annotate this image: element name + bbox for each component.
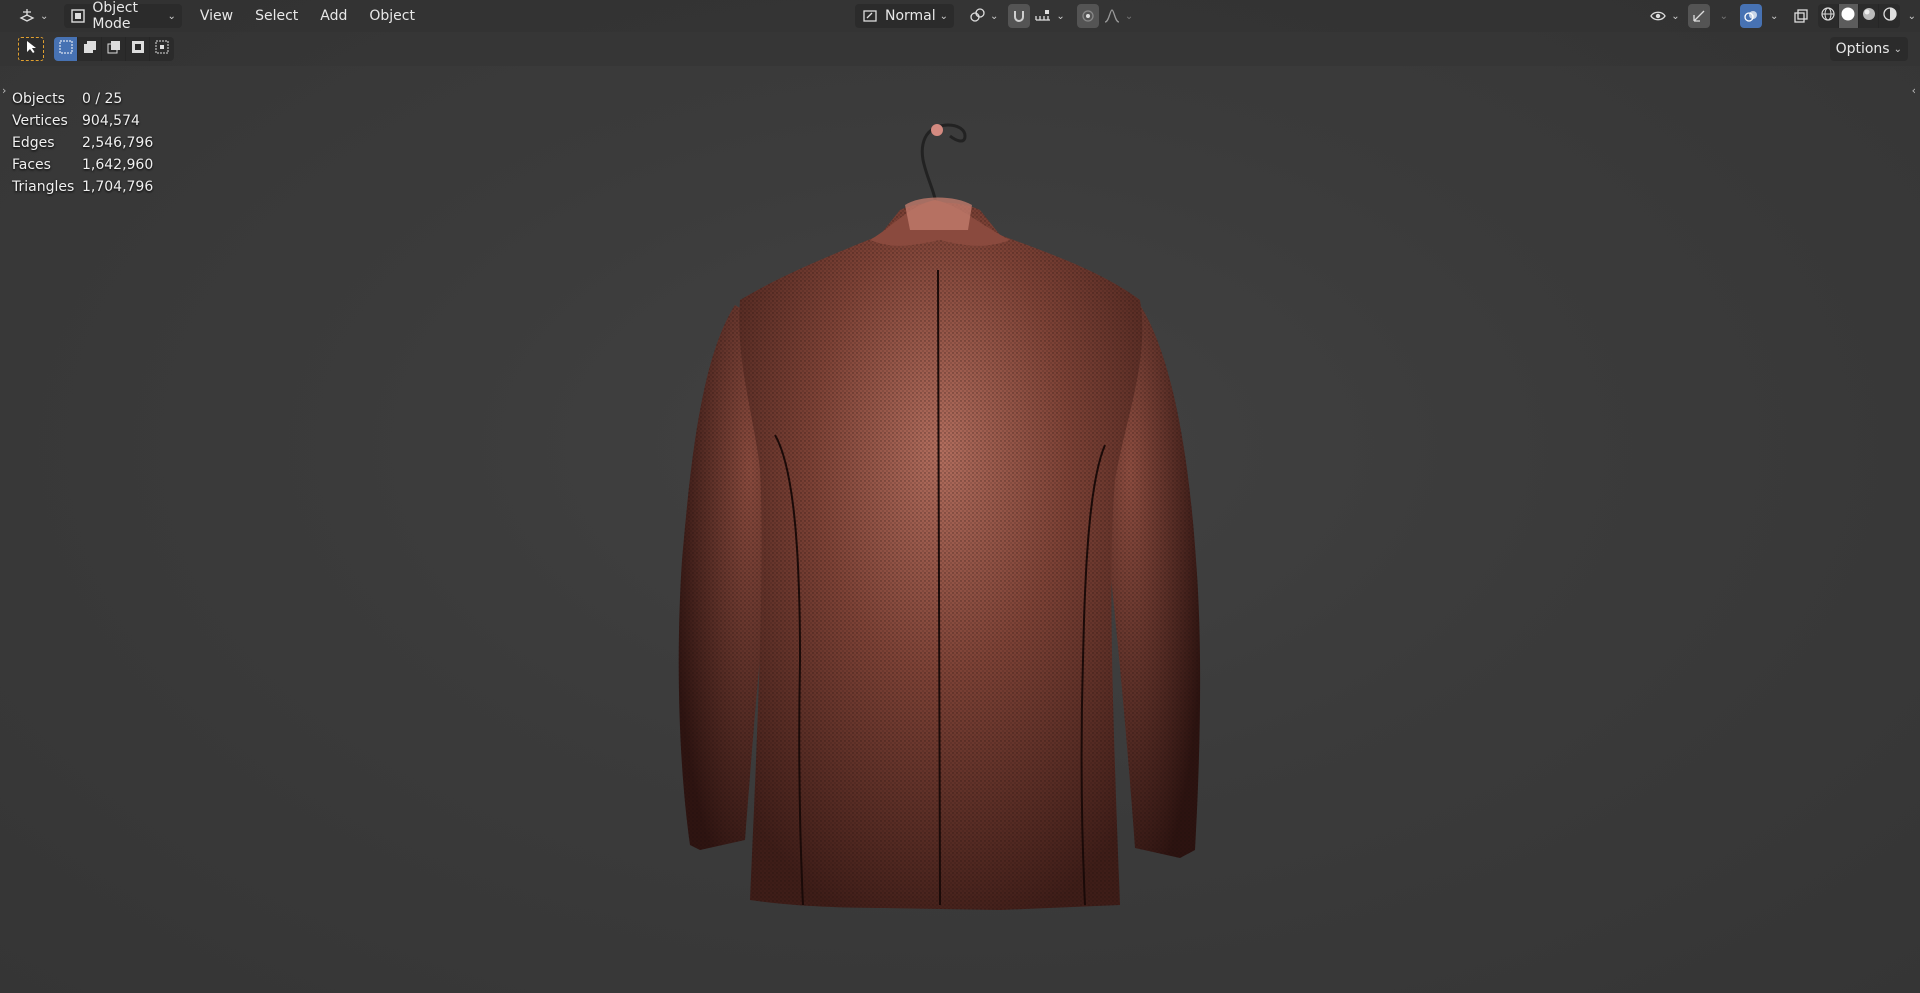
pivot-point-dropdown[interactable]: ⌄ [962, 4, 1004, 28]
stat-value: 904,574 [82, 113, 140, 129]
gizmo-toggle[interactable] [1687, 4, 1710, 28]
sidebar-expand-arrow[interactable]: ‹ [1912, 84, 1916, 97]
jacket-model[interactable] [0, 0, 1920, 993]
gizmo-dropdown[interactable]: ⌄ [1710, 4, 1734, 28]
chevron-down-icon: ⌄ [167, 10, 176, 22]
select-subtract-button[interactable] [102, 37, 126, 61]
object-mode-icon [70, 7, 86, 25]
select-extend-icon [83, 40, 97, 58]
statistics-overlay: Objects 0 / 25 Vertices 904,574 Edges 2,546… [12, 88, 153, 198]
menu-view[interactable]: View [194, 4, 239, 28]
stat-label: Objects [12, 91, 65, 107]
stat-row: Edges 2,546,796 [12, 132, 153, 154]
falloff-curve-icon [1103, 7, 1121, 25]
stat-value: 1,704,796 [82, 179, 154, 195]
tool-settings-bar: Options ⌄ [0, 32, 1920, 66]
material-preview-button[interactable] [1859, 4, 1880, 28]
chevron-down-icon: ⌄ [939, 10, 949, 22]
stat-row: Vertices 904,574 [12, 110, 153, 132]
chevron-down-icon: ⌄ [1769, 10, 1779, 22]
mode-label: Object Mode [92, 0, 138, 32]
wireframe-sphere-icon [1820, 6, 1836, 26]
selection-mode-group [54, 37, 174, 61]
toolbar-expand-arrow[interactable]: › [2, 84, 6, 97]
stat-label: Edges [12, 135, 55, 151]
orientation-label: Normal [884, 8, 936, 24]
snap-increment-icon [1034, 7, 1052, 25]
stat-row: Objects 0 / 25 [12, 88, 153, 110]
chevron-down-icon: ⌄ [1893, 43, 1902, 55]
wireframe-shading-button[interactable] [1818, 4, 1839, 28]
proportional-editing-toggle[interactable] [1076, 4, 1099, 28]
chevron-down-icon: ⌄ [1671, 10, 1680, 22]
cursor-arrow-icon [25, 40, 37, 58]
stat-value: 2,546,796 [82, 135, 154, 151]
select-invert-button[interactable] [126, 37, 150, 61]
xray-icon [1792, 7, 1810, 25]
chevron-down-icon: ⌄ [990, 10, 999, 22]
select-extend-button[interactable] [78, 37, 102, 61]
viewport-header: ⌄ Object Mode ⌄ View Select Add Object N… [0, 0, 1920, 32]
3d-viewport[interactable] [0, 0, 1920, 993]
transform-orientation-dropdown[interactable]: Normal ⌄ [854, 4, 955, 28]
select-invert-icon [131, 40, 145, 58]
snap-target-dropdown[interactable]: ⌄ [1030, 4, 1068, 28]
hanger-knob [931, 124, 943, 136]
eye-icon [1649, 7, 1667, 25]
rendered-shading-button[interactable] [1879, 4, 1900, 28]
chevron-down-icon: ⌄ [1719, 10, 1728, 22]
menu-select[interactable]: Select [249, 4, 304, 28]
options-label: Options [1835, 41, 1890, 57]
editor-type-button[interactable]: ⌄ [12, 4, 54, 28]
solid-sphere-icon [1840, 6, 1856, 26]
solid-shading-button[interactable] [1838, 4, 1860, 28]
material-sphere-icon [1861, 6, 1877, 26]
link-icon [968, 7, 986, 25]
xray-toggle[interactable] [1790, 4, 1812, 28]
options-dropdown[interactable]: Options ⌄ [1829, 37, 1908, 61]
magnet-icon [1010, 7, 1028, 25]
proportional-circle-icon [1079, 7, 1097, 25]
stat-value: 0 / 25 [82, 91, 123, 107]
overlays-toggle[interactable] [1739, 4, 1762, 28]
chevron-down-icon: ⌄ [1124, 10, 1134, 22]
orientation-icon [861, 7, 879, 25]
gizmo-icon [1690, 7, 1708, 25]
overlays-dropdown[interactable]: ⌄ [1762, 4, 1782, 28]
menu-object[interactable]: Object [363, 4, 421, 28]
active-tool-button[interactable] [18, 37, 44, 61]
select-new-icon [59, 40, 73, 58]
select-new-button[interactable] [54, 37, 78, 61]
hanger-hook [920, 123, 967, 211]
menu-add[interactable]: Add [314, 4, 353, 28]
rendered-sphere-icon [1882, 6, 1898, 26]
snap-toggle[interactable] [1008, 4, 1031, 28]
select-intersect-button[interactable] [150, 37, 174, 61]
stat-row: Triangles 1,704,796 [12, 176, 153, 198]
select-intersect-icon [155, 40, 169, 58]
shading-dropdown[interactable]: ⌄ [1900, 4, 1920, 28]
chevron-down-icon: ⌄ [1907, 10, 1916, 22]
stat-label: Faces [12, 157, 51, 173]
overlays-icon [1742, 7, 1760, 25]
stat-row: Faces 1,642,960 [12, 154, 153, 176]
chevron-down-icon: ⌄ [1056, 10, 1065, 22]
falloff-dropdown[interactable]: ⌄ [1099, 4, 1137, 28]
3d-viewport-icon [18, 7, 36, 25]
select-subtract-icon [107, 40, 121, 58]
shading-mode-group [1818, 4, 1900, 28]
mode-dropdown[interactable]: Object Mode ⌄ [64, 0, 182, 32]
stat-value: 1,642,960 [82, 157, 154, 173]
visibility-dropdown[interactable]: ⌄ [1643, 4, 1685, 28]
stat-label: Vertices [12, 113, 68, 129]
chevron-down-icon: ⌄ [40, 10, 49, 22]
stat-label: Triangles [12, 179, 75, 195]
